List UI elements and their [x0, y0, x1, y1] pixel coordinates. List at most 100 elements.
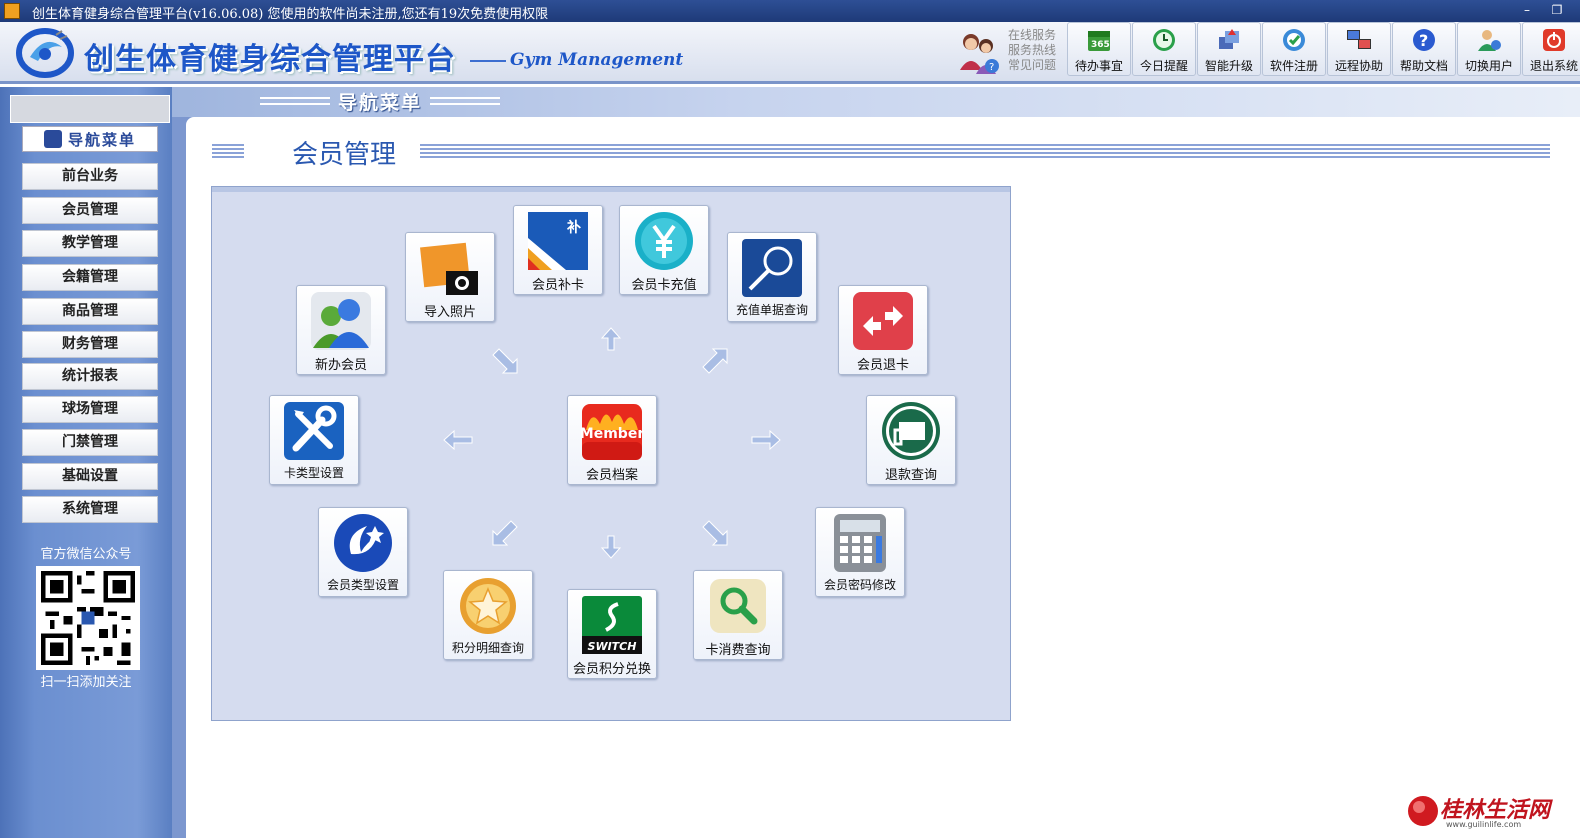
remote-assist-button[interactable]: 远程协助	[1327, 22, 1391, 76]
card-reissue-tile[interactable]: 补 会员补卡	[513, 205, 603, 295]
calculator-icon	[834, 514, 886, 572]
switch-icon: SWITCH	[582, 596, 642, 654]
tab-decoration-right	[430, 97, 500, 105]
watermark-logo-icon	[1408, 796, 1438, 826]
member-type-logo-icon	[334, 514, 392, 572]
restore-button[interactable]: ❐	[1548, 2, 1566, 19]
upgrade-icon	[1219, 29, 1239, 49]
window-title-bar: 创生体育健身综合管理平台(v16.06.08) 您使用的软件尚未注册,您还有19…	[0, 0, 1580, 22]
points-detail-tile[interactable]: 积分明细查询	[443, 570, 533, 660]
arrow-left-icon	[443, 429, 473, 451]
minimize-button[interactable]: –	[1518, 2, 1536, 19]
clock-icon	[1153, 29, 1175, 51]
member-archive-icon: Member	[580, 404, 644, 460]
arrow-up-icon	[600, 327, 622, 351]
refund-arrows-icon	[853, 292, 913, 350]
sidebar-item-basic-settings[interactable]: 基础设置	[22, 463, 158, 490]
tools-icon	[284, 402, 344, 460]
wechat-qr-code	[36, 566, 140, 670]
main-tab: 导航菜单	[232, 88, 528, 114]
card-reissue-icon: 补	[528, 212, 588, 270]
star-badge-icon	[460, 578, 516, 634]
arrow-up-right-icon	[702, 348, 728, 374]
service-staff-icon: ?	[960, 34, 999, 74]
sidebar-item-membership[interactable]: 会籍管理	[22, 264, 158, 291]
magnifier-icon	[742, 239, 802, 297]
search-icon	[710, 579, 766, 633]
sidebar-item-reports[interactable]: 统计报表	[22, 363, 158, 390]
consume-query-tile[interactable]: 卡消费查询	[693, 570, 783, 660]
arrow-down-left-icon	[492, 520, 518, 546]
switch-user-button[interactable]: 切换用户	[1457, 22, 1521, 76]
service-hotline[interactable]: 服务热线	[1008, 43, 1056, 58]
register-icon	[1283, 29, 1305, 51]
calendar-365-icon: 365	[1088, 31, 1110, 51]
yen-coin-icon	[635, 212, 693, 270]
top-toolbar: 365 待办事宜 今日提醒 智能升级 软件注册 远程协助 ? 帮助文档 切换用户…	[1066, 22, 1580, 78]
site-watermark: 桂林生活网 www.guilinlife.com	[1406, 790, 1576, 834]
section-header: 会员管理	[212, 134, 1550, 170]
member-archive-tile[interactable]: Member 会员档案	[567, 395, 657, 485]
svg-text:?: ?	[1419, 31, 1428, 50]
scan-label: 扫一扫添加关注	[40, 675, 132, 690]
new-member-icon	[311, 292, 371, 350]
sidebar-item-courts[interactable]: 球场管理	[22, 396, 158, 423]
svg-text:SWITCH: SWITCH	[588, 640, 637, 653]
arrow-right-icon	[751, 429, 781, 451]
member-type-setting-tile[interactable]: 会员类型设置	[318, 507, 408, 597]
help-icon: ?	[1413, 29, 1435, 51]
card-type-setting-tile[interactable]: 卡类型设置	[269, 395, 359, 485]
sidebar-item-system[interactable]: 系统管理	[22, 496, 158, 523]
app-header: 创生体育健身综合管理平台 Gym Management ? 在线服务 服务热线 …	[0, 22, 1580, 84]
tab-decoration-left	[259, 97, 330, 105]
sidebar-item-teaching[interactable]: 教学管理	[22, 230, 158, 257]
app-icon	[4, 3, 20, 19]
sidebar-top-strip	[10, 95, 170, 123]
section-decor-left	[212, 144, 244, 158]
nav-menu-icon	[43, 130, 62, 148]
sidebar-nav-title: 导航菜单	[22, 126, 158, 152]
card-refund-tile[interactable]: 会员退卡	[838, 285, 928, 375]
sidebar-item-access[interactable]: 门禁管理	[22, 429, 158, 456]
sidebar-item-finance[interactable]: 财务管理	[22, 331, 158, 358]
main-tab-label: 导航菜单	[337, 91, 422, 114]
sidebar-item-front-desk[interactable]: 前台业务	[22, 163, 158, 190]
online-service[interactable]: ? 在线服务 服务热线 常见问题	[958, 26, 1066, 78]
refund-hand-icon	[882, 402, 940, 460]
section-title: 会员管理	[292, 140, 397, 170]
window-title: 创生体育健身综合管理平台(v16.06.08) 您使用的软件尚未注册,您还有19…	[32, 7, 549, 22]
arrow-up-left-icon	[492, 348, 518, 374]
software-register-button[interactable]: 软件注册	[1262, 22, 1326, 76]
service-faq[interactable]: 常见问题	[1008, 58, 1056, 73]
service-online[interactable]: 在线服务	[1008, 28, 1056, 43]
qr-code-image	[41, 571, 135, 665]
new-member-tile[interactable]: 新办会员	[296, 285, 386, 375]
service-links: 在线服务 服务热线 常见问题	[1008, 28, 1056, 73]
logo-icon	[16, 28, 74, 78]
svg-text:补: 补	[566, 219, 581, 236]
svg-text:Member: Member	[580, 426, 644, 442]
svg-text:365: 365	[1091, 40, 1110, 50]
smart-upgrade-button[interactable]: 智能升级	[1197, 22, 1261, 76]
wechat-label: 官方微信公众号	[40, 547, 132, 562]
svg-text:?: ?	[989, 62, 994, 73]
remote-icon	[1347, 30, 1371, 49]
brand-subtitle: Gym Management	[470, 50, 683, 70]
today-reminder-button[interactable]: 今日提醒	[1132, 22, 1196, 76]
refund-query-tile[interactable]: 退款查询	[866, 395, 956, 485]
user-switch-icon	[1478, 30, 1501, 51]
arrow-down-icon	[600, 535, 622, 559]
recharge-query-tile[interactable]: 充值单据查询	[727, 232, 817, 322]
password-change-tile[interactable]: 会员密码修改	[815, 507, 905, 597]
help-doc-button[interactable]: ? 帮助文档	[1392, 22, 1456, 76]
exit-icon	[1543, 29, 1565, 51]
exit-system-button[interactable]: 退出系统	[1522, 22, 1580, 76]
sidebar-item-member[interactable]: 会员管理	[22, 197, 158, 224]
card-recharge-tile[interactable]: 会员卡充值	[619, 205, 709, 295]
section-decor-right	[420, 144, 1550, 158]
import-photo-icon	[420, 242, 478, 295]
points-exchange-tile[interactable]: SWITCH 会员积分兑换	[567, 589, 657, 679]
import-photo-tile[interactable]: 导入照片	[405, 232, 495, 322]
sidebar-item-goods[interactable]: 商品管理	[22, 298, 158, 325]
todo-button[interactable]: 365 待办事宜	[1067, 22, 1131, 76]
